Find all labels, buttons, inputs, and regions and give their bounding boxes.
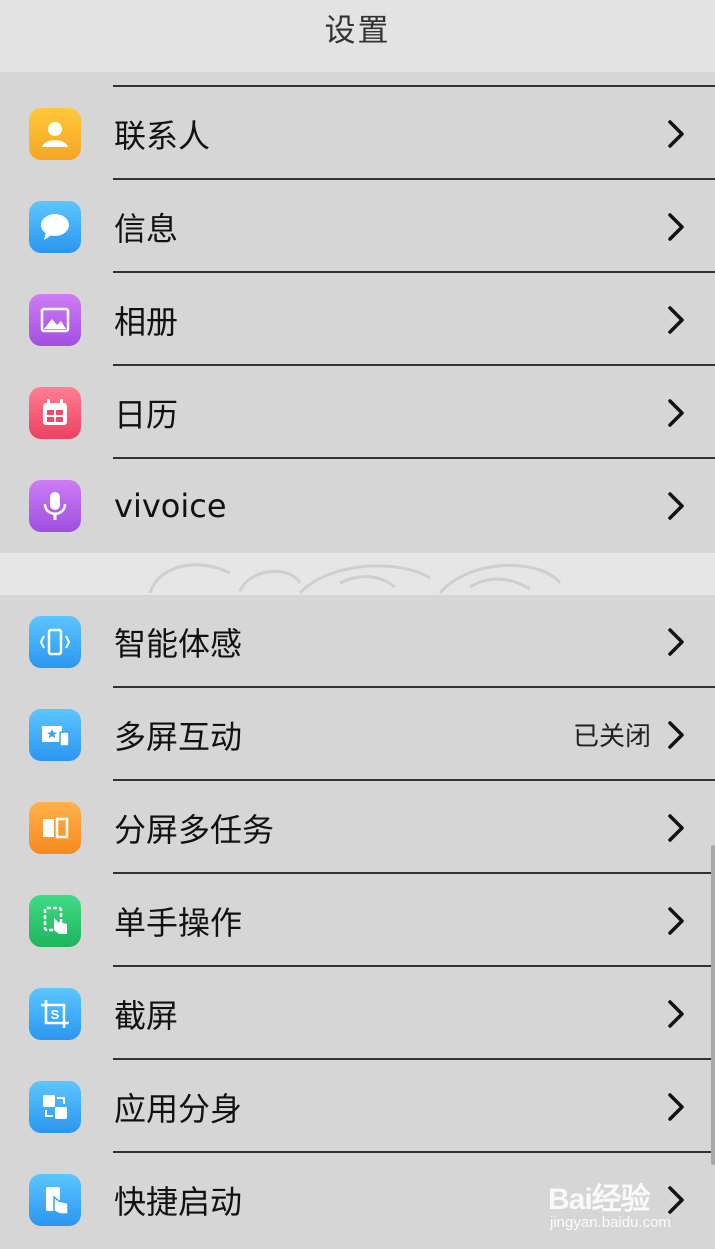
settings-item-multiscreen[interactable]: 多屏互动 已关闭: [0, 688, 715, 781]
settings-item-label: 联系人: [114, 116, 211, 155]
motion-phone-icon: [29, 616, 81, 668]
settings-item-smart-motion[interactable]: 智能体感: [0, 595, 715, 688]
chevron-right-icon: [668, 399, 684, 427]
chevron-right-icon: [668, 492, 684, 520]
svg-text:S: S: [51, 1007, 60, 1022]
split-screen-icon: [29, 802, 81, 854]
watermark-brand: Bai经验: [548, 1183, 651, 1216]
settings-item-label: 智能体感: [114, 624, 243, 663]
page-title: 设置: [324, 12, 391, 49]
chevron-right-icon: [668, 814, 684, 842]
settings-item-label: 单手操作: [114, 903, 243, 942]
chevron-right-icon: [668, 628, 684, 656]
settings-group-apps: 联系人 信息 相册 日历 vivoice: [0, 72, 715, 553]
section-gap: [0, 553, 715, 595]
app-clone-icon: [29, 1081, 81, 1133]
scrollbar[interactable]: [711, 845, 715, 1165]
chevron-right-icon: [668, 120, 684, 148]
settings-item-label: vivoice: [114, 486, 227, 525]
settings-item-messages[interactable]: 信息: [0, 180, 715, 273]
chevron-right-icon: [668, 1000, 684, 1028]
settings-item-label: 相册: [114, 302, 179, 341]
settings-item-gallery[interactable]: 相册: [0, 273, 715, 366]
chevron-right-icon: [668, 1093, 684, 1121]
settings-group-features: 智能体感 多屏互动 已关闭 分屏多任务 单手操作 S 截屏 应用分身 快捷启动: [0, 595, 715, 1249]
calendar-icon: [29, 387, 81, 439]
multiscreen-icon: [29, 709, 81, 761]
quick-launch-icon: [29, 1174, 81, 1226]
message-icon: [29, 201, 81, 253]
top-bar: 设置: [0, 0, 715, 72]
chevron-right-icon: [668, 213, 684, 241]
watermark-logo: Bai经验 jingyan.baidu.com: [548, 1170, 708, 1236]
contacts-icon: [29, 108, 81, 160]
settings-item-label: 应用分身: [114, 1089, 243, 1128]
chevron-right-icon: [668, 721, 684, 749]
settings-item-screenshot[interactable]: S 截屏: [0, 967, 715, 1060]
settings-item-label: 截屏: [114, 996, 179, 1035]
chevron-right-icon: [668, 907, 684, 935]
settings-item-label: 多屏互动: [114, 717, 243, 756]
chevron-right-icon: [668, 306, 684, 334]
settings-item-label: 快捷启动: [114, 1182, 243, 1221]
settings-item-split-screen[interactable]: 分屏多任务: [0, 781, 715, 874]
settings-item-label: 分屏多任务: [114, 810, 275, 849]
settings-item-one-hand[interactable]: 单手操作: [0, 874, 715, 967]
status-value: 已关闭: [572, 722, 651, 752]
microphone-icon: [29, 480, 81, 532]
settings-item-app-clone[interactable]: 应用分身: [0, 1060, 715, 1153]
settings-item-label: 信息: [114, 209, 179, 248]
settings-item-calendar[interactable]: 日历: [0, 366, 715, 459]
background-sketch: [148, 563, 562, 595]
gallery-icon: [29, 294, 81, 346]
screenshot-icon: S: [29, 988, 81, 1040]
settings-item-vivoice[interactable]: vivoice: [0, 459, 715, 553]
watermark-url: jingyan.baidu.com: [550, 1214, 671, 1231]
one-hand-icon: [29, 895, 81, 947]
settings-item-label: 日历: [114, 395, 179, 434]
settings-item-contacts[interactable]: 联系人: [0, 87, 715, 180]
